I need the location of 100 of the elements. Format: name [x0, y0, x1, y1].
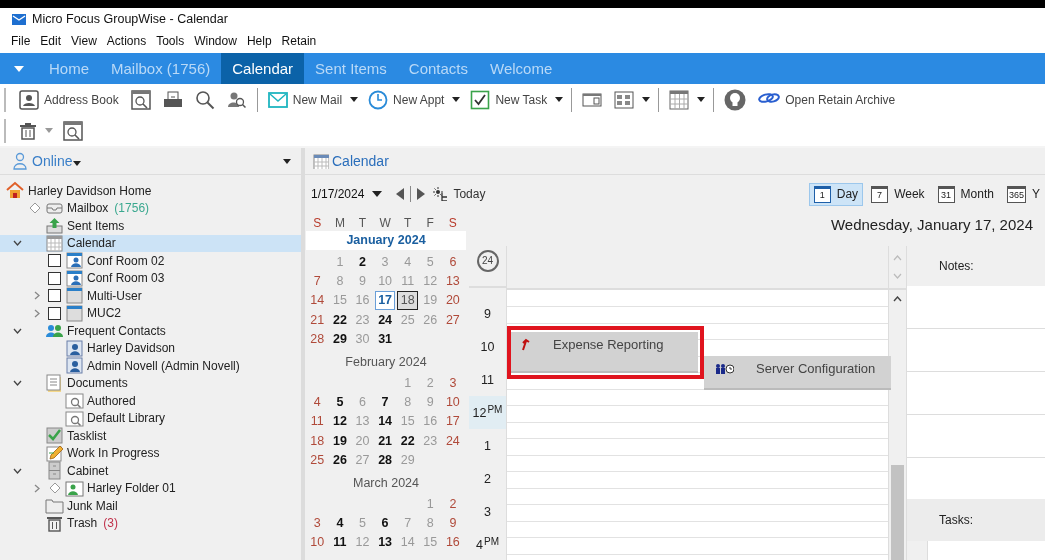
toolbar-button[interactable]: New Task: [468, 87, 550, 112]
calendar-day[interactable]: 7: [307, 272, 328, 292]
chevron-down-icon[interactable]: [12, 380, 22, 387]
dropdown-caret-icon[interactable]: [350, 97, 359, 102]
calendar-day[interactable]: 4: [329, 514, 351, 534]
calendar-day[interactable]: 9: [442, 514, 464, 534]
chevron-right-icon[interactable]: [34, 308, 40, 318]
calendar-day[interactable]: 11: [329, 533, 351, 553]
toolbar-button[interactable]: New Mail: [265, 87, 345, 112]
tree-item[interactable]: Conf Room 03: [0, 269, 301, 287]
calendar-day[interactable]: 19: [329, 431, 351, 451]
calendar-day[interactable]: 24: [374, 310, 396, 330]
tree-item[interactable]: Sent Items: [0, 217, 301, 235]
tree-item[interactable]: Conf Room 02: [0, 252, 301, 270]
chevron-right-icon[interactable]: [34, 483, 40, 493]
tree-item[interactable]: Junk Mail: [0, 497, 301, 515]
tree-item[interactable]: Work In Progress: [0, 444, 301, 462]
appointment[interactable]: Server Configuration: [704, 356, 891, 390]
grid-button[interactable]: [667, 87, 692, 112]
calendar-day[interactable]: 17: [374, 291, 396, 311]
chevron-down-icon[interactable]: [12, 467, 22, 474]
toolbar-button[interactable]: Open Retain Archive: [756, 86, 898, 113]
tree-item[interactable]: Frequent Contacts: [0, 322, 301, 340]
calendar-day[interactable]: 11: [307, 412, 328, 432]
calendar-day[interactable]: 12: [329, 412, 351, 432]
calendar-day[interactable]: 7: [374, 393, 396, 413]
calendar-day[interactable]: 24: [442, 431, 464, 451]
tree-item[interactable]: Tasklist: [0, 427, 301, 445]
chevron-down-icon[interactable]: [12, 240, 22, 247]
calendar-day[interactable]: 16: [442, 533, 464, 553]
tree-item[interactable]: Harley Davidson Home: [0, 182, 301, 200]
tree-item[interactable]: Harley Davidson: [0, 339, 301, 357]
tree-item[interactable]: Multi-User: [0, 287, 301, 305]
menu-item[interactable]: Tools: [151, 32, 190, 50]
scroll-up-icon[interactable]: [893, 296, 902, 302]
toolbar-button[interactable]: Address Book: [17, 87, 121, 112]
tree-item[interactable]: Documents: [0, 374, 301, 392]
dropdown-caret-icon[interactable]: [452, 97, 461, 102]
calendar-day[interactable]: 10: [442, 393, 464, 413]
tree-item[interactable]: Authored: [0, 392, 301, 410]
calendar-day[interactable]: 22: [397, 431, 418, 451]
calendar-day[interactable]: 21: [307, 310, 328, 330]
calendar-day[interactable]: 13: [442, 272, 464, 292]
calendar-day[interactable]: 28: [307, 329, 328, 349]
calendar-day[interactable]: 4: [307, 393, 328, 413]
tree-item[interactable]: MUC2: [0, 304, 301, 322]
calendar-day[interactable]: 2: [442, 494, 464, 514]
menu-caret-icon[interactable]: [14, 65, 24, 72]
tree-item[interactable]: Admin Novell (Admin Novell): [0, 357, 301, 375]
dropdown-caret-icon[interactable]: [555, 97, 564, 102]
menu-item[interactable]: Window: [189, 32, 242, 50]
calendar-day[interactable]: 14: [374, 412, 396, 432]
menu-item[interactable]: Edit: [35, 32, 67, 50]
calendar-day[interactable]: 18: [307, 431, 328, 451]
previous-icon[interactable]: [396, 188, 405, 200]
tree-item[interactable]: Cabinet: [0, 462, 301, 480]
tree-item[interactable]: Calendar: [0, 234, 301, 252]
checkbox[interactable]: [48, 271, 61, 285]
menu-item[interactable]: Retain: [276, 32, 322, 50]
scrollbar-thumb[interactable]: [891, 465, 904, 560]
dropdown-caret-icon[interactable]: [642, 97, 651, 102]
calendar-day[interactable]: 6: [442, 253, 464, 273]
today-button[interactable]: Today: [433, 187, 486, 201]
calendar-day[interactable]: 14: [307, 291, 328, 311]
calendar-day[interactable]: 3: [307, 514, 328, 534]
next-icon[interactable]: [417, 188, 426, 200]
checkbox[interactable]: [48, 254, 61, 268]
panel-menu-caret-icon[interactable]: [283, 158, 291, 164]
view-button[interactable]: 1 Day: [808, 182, 864, 206]
tree-item[interactable]: Harley Folder 01: [0, 479, 301, 497]
menu-item[interactable]: Actions: [101, 32, 152, 50]
nav-tab[interactable]: Calendar: [221, 53, 305, 84]
calendar-day[interactable]: 13: [374, 533, 396, 553]
calendar-day[interactable]: 27: [442, 310, 464, 330]
calendar-day[interactable]: 17: [442, 412, 464, 432]
view-button[interactable]: 365 Y: [1001, 182, 1045, 206]
calendar-day[interactable]: 22: [329, 310, 351, 330]
online-status-menu[interactable]: Online: [32, 153, 73, 169]
24-hour-toggle[interactable]: 24: [476, 250, 499, 272]
toolbar-button[interactable]: New Appt: [366, 87, 447, 112]
date-field[interactable]: 1/17/2024: [311, 187, 383, 201]
calendar-day[interactable]: 29: [329, 329, 351, 349]
menu-item[interactable]: File: [6, 32, 36, 50]
calendar-day[interactable]: 10: [307, 533, 328, 553]
menu-item[interactable]: Help: [241, 32, 277, 50]
menu-item[interactable]: View: [66, 32, 102, 50]
checkbox[interactable]: [48, 289, 61, 303]
chevron-down-icon[interactable]: [12, 327, 22, 334]
tree-item[interactable]: Default Library: [0, 409, 301, 427]
calendar-day[interactable]: 6: [374, 514, 396, 534]
find-window-button[interactable]: [128, 87, 153, 112]
calendar-day[interactable]: 31: [374, 329, 396, 349]
calendar-day[interactable]: 21: [374, 431, 396, 451]
calendar-day[interactable]: 5: [329, 393, 351, 413]
calendar-day[interactable]: 20: [442, 291, 464, 311]
calendar-day[interactable]: 2: [352, 253, 373, 273]
dropdown-caret-icon[interactable]: [697, 97, 706, 102]
checkbox[interactable]: [48, 306, 61, 320]
calendar-day[interactable]: 26: [329, 450, 351, 470]
calendar-day[interactable]: 25: [307, 450, 328, 470]
